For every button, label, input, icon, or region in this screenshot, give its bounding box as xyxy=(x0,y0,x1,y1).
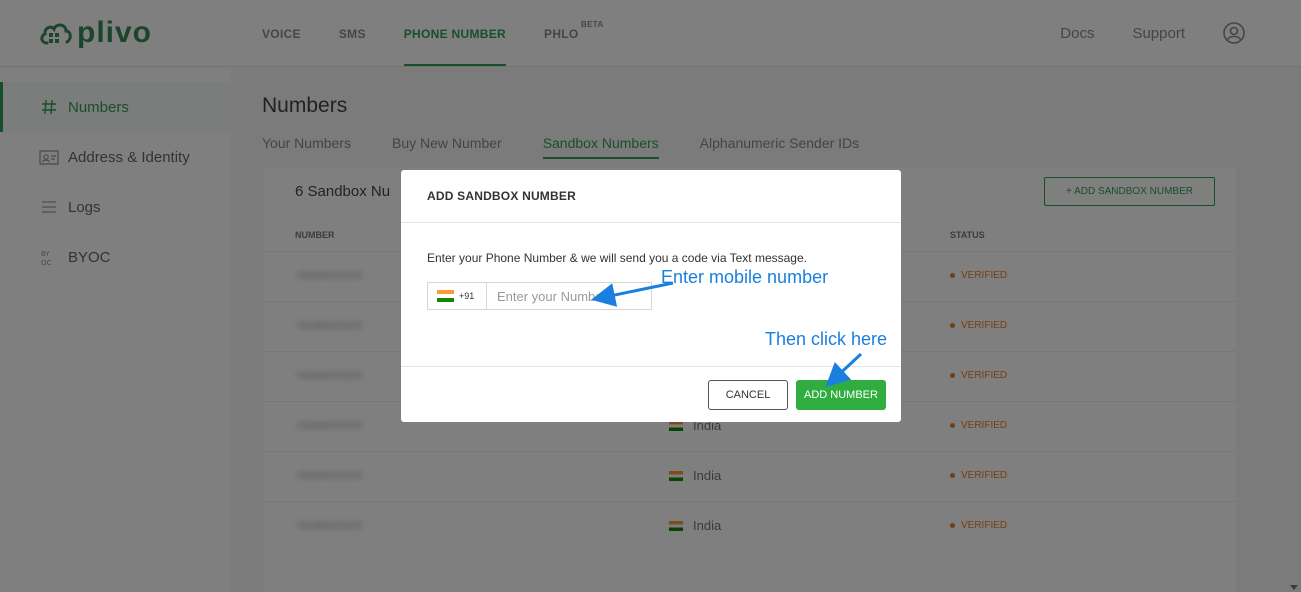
cancel-button[interactable]: CANCEL xyxy=(708,380,788,410)
phone-number-input[interactable] xyxy=(487,283,651,309)
country-code: +91 xyxy=(459,291,475,301)
country-code-selector[interactable]: +91 xyxy=(428,283,487,309)
phone-number-field: +91 xyxy=(427,282,652,310)
dialog-footer-divider xyxy=(401,366,901,367)
dialog-description: Enter your Phone Number & we will send y… xyxy=(427,251,807,265)
india-flag-icon xyxy=(437,290,454,302)
dialog-title: ADD SANDBOX NUMBER xyxy=(427,189,576,203)
add-sandbox-number-dialog: ADD SANDBOX NUMBER Enter your Phone Numb… xyxy=(401,170,901,422)
dialog-header-divider xyxy=(401,222,901,223)
annotation-enter-number: Enter mobile number xyxy=(661,267,829,287)
annotation-click-here: Then click here xyxy=(765,329,888,349)
add-number-button[interactable]: ADD NUMBER xyxy=(796,380,886,410)
